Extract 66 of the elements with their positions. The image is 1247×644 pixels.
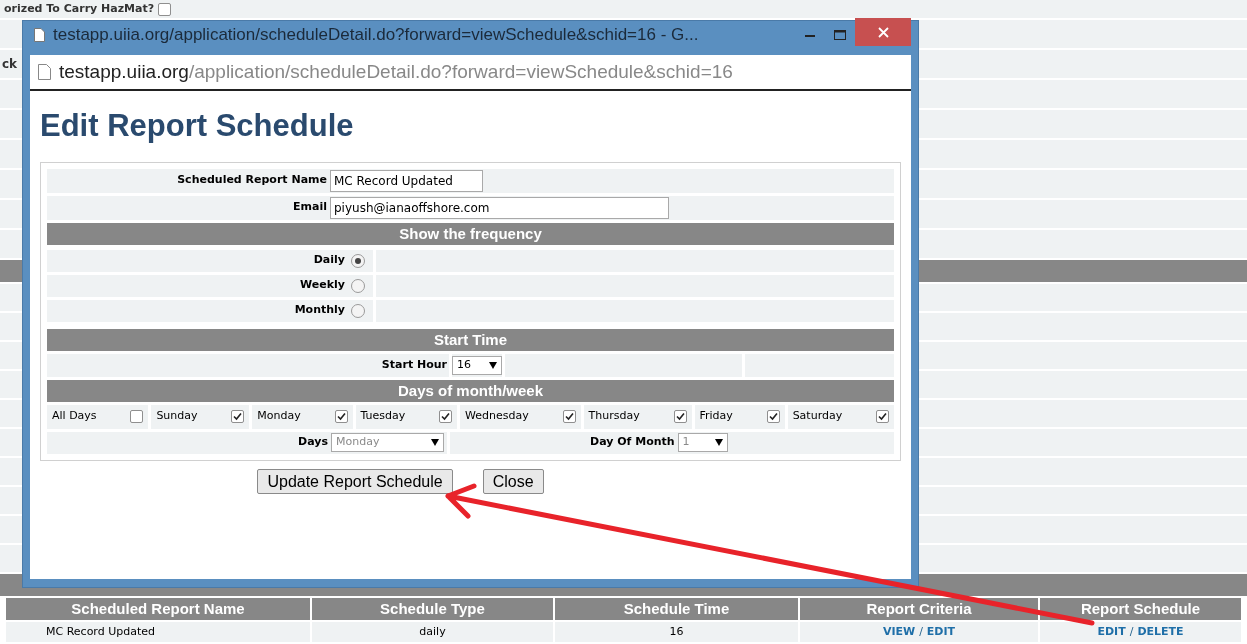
section-header: Days of month/week [47,379,894,402]
input-field[interactable]: MC Record Updated [330,169,483,192]
table-cell: 16 [555,622,798,642]
action-link[interactable]: VIEW [882,623,916,641]
column-header: Report Criteria [800,598,1038,620]
field-label: Email [292,199,328,216]
form-button[interactable]: Close [482,468,544,494]
table-cell: MC Record Updated [6,622,310,642]
checkbox[interactable] [562,410,576,423]
maximize-icon [834,30,846,40]
column-header: Schedule Time [555,598,798,620]
table-cell: daily [312,622,553,642]
column-header: Scheduled Report Name [6,598,310,620]
checkbox[interactable] [439,410,453,423]
dropdown-arrow-icon [714,439,723,446]
field-label: Day Of Month [590,434,675,451]
action-link[interactable]: EDIT [926,623,956,641]
radio-label: Daily [313,252,345,269]
checkbox-label: Saturday [792,408,843,425]
close-button[interactable] [855,18,911,46]
close-icon [877,26,889,38]
page-title: Edit Report Schedule [40,107,355,145]
action-link[interactable]: EDIT [1097,623,1126,641]
radio-label: Weekly [300,277,345,294]
checkbox[interactable] [231,410,245,423]
column-header: Report Schedule [1040,598,1241,620]
checkbox[interactable] [766,410,780,423]
checkbox-label: Sunday [156,408,198,425]
checkbox-label: Wednesday [465,408,529,425]
checkbox[interactable] [876,410,889,423]
action-link[interactable]: DELETE [1137,623,1184,641]
checkbox-label: All Days [52,408,97,425]
section-header: Show the frequency [47,222,894,245]
radio-label: Monthly [294,302,345,319]
field-label: ck [1,56,18,73]
checkbox-label: Monday [257,408,301,425]
window-title: testapp.uiia.org/application/scheduleDetail.do?forward=viewSchedule&schid=16 - G... [53,24,700,47]
link-separator: / [919,623,923,640]
page-icon [38,64,51,80]
checkbox-label: Thursday [588,408,640,425]
radio-button[interactable] [351,303,365,318]
dropdown-arrow-icon [431,439,439,446]
checkbox[interactable] [673,410,687,423]
section-header: Start Time [47,328,894,351]
input-field[interactable]: piyush@ianaoffshore.com [330,196,669,219]
field-label: orized To Carry HazMat? [3,0,155,17]
address-bar[interactable]: testapp.uiia.org/application/scheduleDetail.do?forward=viewSchedule&schid=16 [30,55,911,91]
field-label: Days [298,434,328,451]
dropdown[interactable]: 16 [452,355,502,375]
radio-button[interactable] [351,278,365,293]
column-header: Schedule Type [312,598,553,620]
checkbox-label: Friday [699,408,733,425]
checkbox[interactable] [130,410,144,423]
url-path: /application/scheduleDetail.do?forward=viewSchedule&schid=16 [188,59,733,84]
dropdown-arrow-icon [489,361,497,369]
checkbox[interactable] [334,410,348,423]
field-label: Start Hour [381,356,447,373]
checkbox-label: Tuesday [360,408,406,425]
page-icon [34,28,45,42]
form-button[interactable]: Update Report Schedule [257,468,453,494]
url-host: testapp.uiia.org [59,59,189,84]
checkbox[interactable] [158,2,172,16]
link-separator: / [1129,623,1134,640]
field-label: Scheduled Report Name [176,172,328,189]
radio-button[interactable] [351,253,365,268]
minimize-icon [805,33,815,37]
